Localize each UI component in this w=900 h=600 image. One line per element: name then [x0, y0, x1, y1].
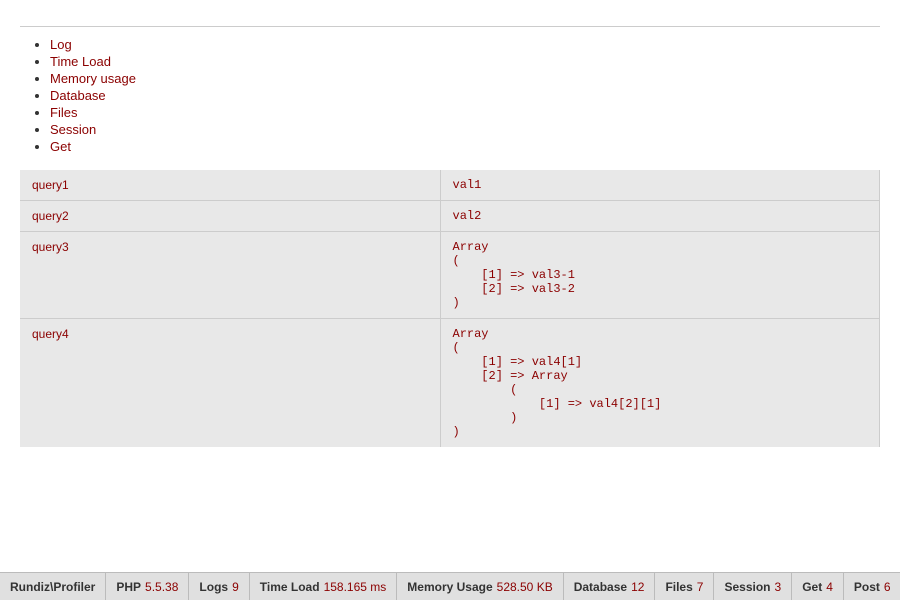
list-item: Session: [50, 122, 880, 137]
tab-value-label: 4: [826, 580, 833, 594]
bottom-bar: Rundiz\Profiler PHP 5.5.38 Logs 9 Time Load 15…: [0, 572, 900, 600]
query-cell: query3: [20, 232, 440, 319]
list-item-link[interactable]: Database: [50, 88, 106, 103]
bottom-tab[interactable]: Logs 9: [189, 573, 249, 600]
data-table: query1val1query2val2query3Array ( [1] =>…: [20, 170, 880, 447]
value-cell: Array ( [1] => val3-1 [2] => val3-2 ): [440, 232, 880, 319]
tab-value-label: 3: [775, 580, 782, 594]
tab-name-label: Database: [574, 580, 627, 594]
table-row: query2val2: [20, 201, 880, 232]
tab-name-label: PHP: [116, 580, 141, 594]
tab-value-label: 5.5.38: [145, 580, 178, 594]
list-item: Get: [50, 139, 880, 154]
bottom-tab[interactable]: Time Load 158.165 ms: [250, 573, 398, 600]
list-item-link[interactable]: Log: [50, 37, 72, 52]
tab-value-label: 528.50 KB: [497, 580, 553, 594]
tab-name-label: Files: [665, 580, 692, 594]
value-cell: val1: [440, 170, 880, 201]
value-cell: Array ( [1] => val4[1] [2] => Array ( [1…: [440, 319, 880, 448]
list-item-link[interactable]: Time Load: [50, 54, 111, 69]
main-content: Log Time Load Memory usage Database Files Ses…: [0, 0, 900, 572]
tab-name-label: Session: [724, 580, 770, 594]
tab-name-label: Memory Usage: [407, 580, 492, 594]
query-cell: query4: [20, 319, 440, 448]
tab-name-label: Logs: [199, 580, 228, 594]
tab-value-label: 7: [697, 580, 704, 594]
query-cell: query2: [20, 201, 440, 232]
list-item: Time Load: [50, 54, 880, 69]
tab-value-label: 12: [631, 580, 644, 594]
tab-value-label: 6: [884, 580, 891, 594]
page-title: [20, 16, 880, 27]
tab-value-label: 9: [232, 580, 239, 594]
table-row: query3Array ( [1] => val3-1 [2] => val3-…: [20, 232, 880, 319]
list-item: Log: [50, 37, 880, 52]
bottom-tab[interactable]: Session 3: [714, 573, 792, 600]
bottom-tab[interactable]: Files 7: [655, 573, 714, 600]
bottom-tab[interactable]: PHP 5.5.38: [106, 573, 189, 600]
list-item: Database: [50, 88, 880, 103]
table-row: query1val1: [20, 170, 880, 201]
list-item: Files: [50, 105, 880, 120]
list-item: Memory usage: [50, 71, 880, 86]
list-item-link[interactable]: Memory usage: [50, 71, 136, 86]
tab-name-label: Post: [854, 580, 880, 594]
value-cell: val2: [440, 201, 880, 232]
bottom-tab[interactable]: Post 6: [844, 573, 900, 600]
bottom-tab[interactable]: Rundiz\Profiler: [0, 573, 106, 600]
bottom-tab[interactable]: Get 4: [792, 573, 844, 600]
intro-list: Log Time Load Memory usage Database Files Ses…: [20, 37, 880, 154]
table-row: query4Array ( [1] => val4[1] [2] => Arra…: [20, 319, 880, 448]
query-cell: query1: [20, 170, 440, 201]
list-item-link[interactable]: Get: [50, 139, 71, 154]
bottom-tab[interactable]: Database 12: [564, 573, 656, 600]
bottom-tab[interactable]: Memory Usage 528.50 KB: [397, 573, 563, 600]
list-item-link[interactable]: Session: [50, 122, 96, 137]
tab-name-label: Get: [802, 580, 822, 594]
list-item-link[interactable]: Files: [50, 105, 77, 120]
tab-name-label: Rundiz\Profiler: [10, 580, 95, 594]
tab-value-label: 158.165 ms: [324, 580, 387, 594]
tab-name-label: Time Load: [260, 580, 320, 594]
